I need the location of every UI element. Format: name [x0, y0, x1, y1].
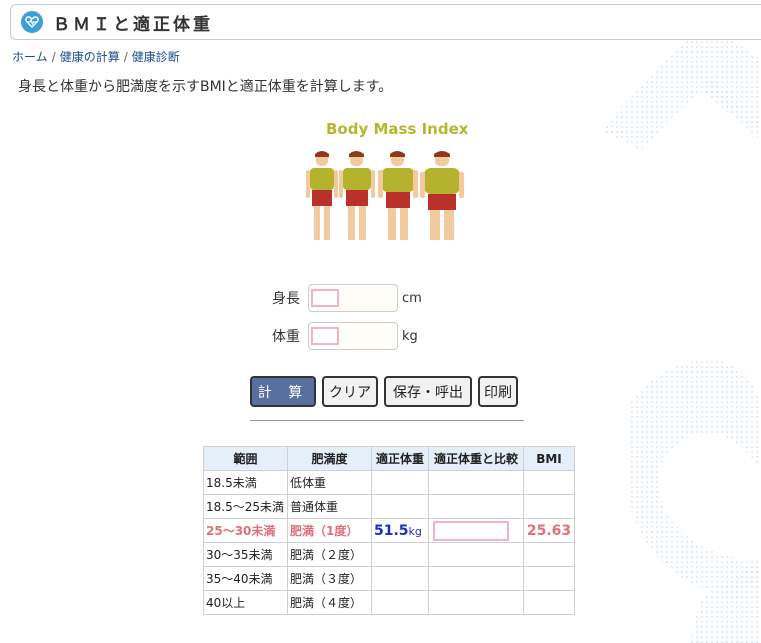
page-title: ＢＭＩと適正体重 — [53, 14, 213, 35]
body-figures-image — [306, 151, 464, 240]
weight-label: 体重 — [272, 329, 300, 345]
header-bmi: BMI — [523, 446, 575, 471]
level-cell: 肥満（1度） — [287, 518, 372, 543]
divider — [250, 420, 524, 421]
std-weight-cell — [371, 566, 429, 591]
clear-button[interactable]: クリア — [322, 376, 378, 407]
save-load-button[interactable]: 保存・呼出 — [384, 376, 472, 407]
breadcrumb: ホーム / 健康の計算 / 健康診断 — [12, 48, 180, 65]
weight-input-focus — [311, 327, 339, 345]
header-level: 肥満度 — [287, 446, 372, 471]
table-row-highlighted: 25～30未満 肥満（1度） 51.5kg 25.63 — [203, 518, 575, 543]
std-weight-value: 51.5 — [374, 522, 409, 539]
breadcrumb-home[interactable]: ホーム — [12, 50, 48, 64]
compare-cell — [428, 470, 524, 495]
calculate-button[interactable]: 計 算 — [250, 376, 316, 407]
compare-cell — [428, 518, 524, 543]
level-cell: 肥満（４度） — [287, 590, 372, 615]
weight-unit: kg — [402, 328, 418, 344]
table-row: 40以上 肥満（４度） — [203, 590, 575, 615]
level-cell: 肥満（３度） — [287, 566, 372, 591]
table-header-row: 範囲 肥満度 適正体重 適正体重と比較 BMI — [203, 446, 575, 471]
height-row: 身長 cm — [266, 284, 422, 312]
table-row: 18.5～25未満 普通体重 — [203, 494, 575, 519]
std-weight-cell — [371, 470, 429, 495]
breadcrumb-health-check[interactable]: 健康診断 — [132, 50, 180, 64]
bmi-cell — [523, 494, 575, 519]
level-cell: 低体重 — [287, 470, 372, 495]
bmi-cell — [523, 590, 575, 615]
height-input[interactable] — [308, 284, 398, 312]
compare-cell — [428, 494, 524, 519]
level-cell: 肥満（２度） — [287, 542, 372, 567]
height-unit: cm — [402, 290, 422, 306]
range-cell: 35～40未満 — [203, 566, 288, 591]
height-label: 身長 — [272, 291, 300, 307]
range-cell: 25～30未満 — [203, 518, 288, 543]
header-compare: 適正体重と比較 — [428, 446, 524, 471]
table-row: 35～40未満 肥満（３度） — [203, 566, 575, 591]
std-weight-unit: kg — [408, 524, 422, 538]
std-weight-cell — [371, 542, 429, 567]
header-range: 範囲 — [203, 446, 288, 471]
compare-cell — [428, 566, 524, 591]
bmi-value: 25.63 — [523, 518, 575, 543]
table-row: 30～35未満 肥満（２度） — [203, 542, 575, 567]
range-cell: 40以上 — [203, 590, 288, 615]
level-cell: 普通体重 — [287, 494, 372, 519]
compare-cell — [428, 590, 524, 615]
breadcrumb-separator: / — [123, 50, 128, 64]
std-weight-cell: 51.5kg — [371, 518, 429, 543]
breadcrumb-health-calc[interactable]: 健康の計算 — [60, 50, 120, 64]
action-buttons: 計 算 クリア 保存・呼出 印刷 — [250, 376, 518, 407]
compare-cell — [428, 542, 524, 567]
table-row: 18.5未満 低体重 — [203, 470, 575, 495]
height-input-focus — [311, 289, 339, 307]
compare-input[interactable] — [433, 520, 509, 541]
bmi-cell — [523, 542, 575, 567]
bmi-cell — [523, 566, 575, 591]
page-header: ＢＭＩと適正体重 — [10, 4, 761, 40]
std-weight-cell — [371, 494, 429, 519]
heart-monitor-icon — [21, 11, 43, 33]
weight-row: 体重 kg — [266, 322, 418, 350]
bmi-cell — [523, 470, 575, 495]
header-std-weight: 適正体重 — [371, 446, 429, 471]
breadcrumb-separator: / — [51, 50, 56, 64]
bmi-table: 範囲 肥満度 適正体重 適正体重と比較 BMI 18.5未満 低体重 18.5～… — [203, 446, 575, 615]
std-weight-cell — [371, 590, 429, 615]
weight-input[interactable] — [308, 322, 398, 350]
range-cell: 30～35未満 — [203, 542, 288, 567]
range-cell: 18.5未満 — [203, 470, 288, 495]
bmi-illustration: Body Mass Index — [300, 116, 470, 266]
range-cell: 18.5～25未満 — [203, 494, 288, 519]
print-button[interactable]: 印刷 — [478, 376, 518, 407]
page-description: 身長と体重から肥満度を示すBMIと適正体重を計算します。 — [18, 79, 393, 95]
